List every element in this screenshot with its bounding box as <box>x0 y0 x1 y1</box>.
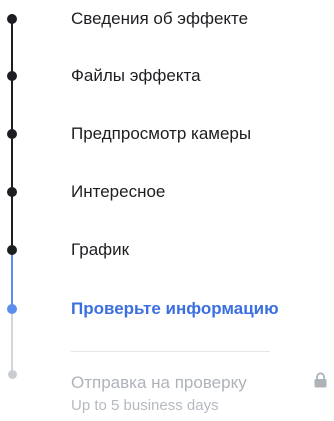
step-label: Предпросмотр камеры <box>71 124 252 143</box>
progress-stepper: Сведения об эффекте Файлы эффекта Предпр… <box>0 0 334 421</box>
lock-icon <box>314 372 327 388</box>
step-pending-dot <box>8 370 17 379</box>
step-completed-dot <box>7 71 17 81</box>
step-label: График <box>71 240 130 259</box>
step-sublabel: Up to 5 business days <box>71 397 219 414</box>
step-submit-for-review: Отправка на проверку Up to 5 business da… <box>0 364 334 414</box>
step-effect-details[interactable]: Сведения об эффекте <box>0 6 334 46</box>
step-interesting[interactable]: Интересное <box>0 181 334 221</box>
step-camera-preview[interactable]: Предпросмотр камеры <box>0 122 334 162</box>
step-label: Сведения об эффекте <box>71 9 249 28</box>
step-review-info[interactable]: Проверьте информацию <box>0 297 334 337</box>
step-active-dot <box>7 304 17 314</box>
step-schedule[interactable]: График <box>0 238 334 278</box>
step-label: Файлы эффекта <box>71 66 201 85</box>
step-completed-dot <box>7 187 17 197</box>
step-label-active: Проверьте информацию <box>71 299 279 318</box>
step-label-pending: Отправка на проверку <box>71 373 247 392</box>
divider <box>71 351 270 352</box>
step-effect-files[interactable]: Файлы эффекта <box>0 64 334 104</box>
step-completed-dot <box>7 245 17 255</box>
step-completed-dot <box>7 129 17 139</box>
step-label: Интересное <box>71 182 166 201</box>
step-completed-dot <box>7 14 17 24</box>
